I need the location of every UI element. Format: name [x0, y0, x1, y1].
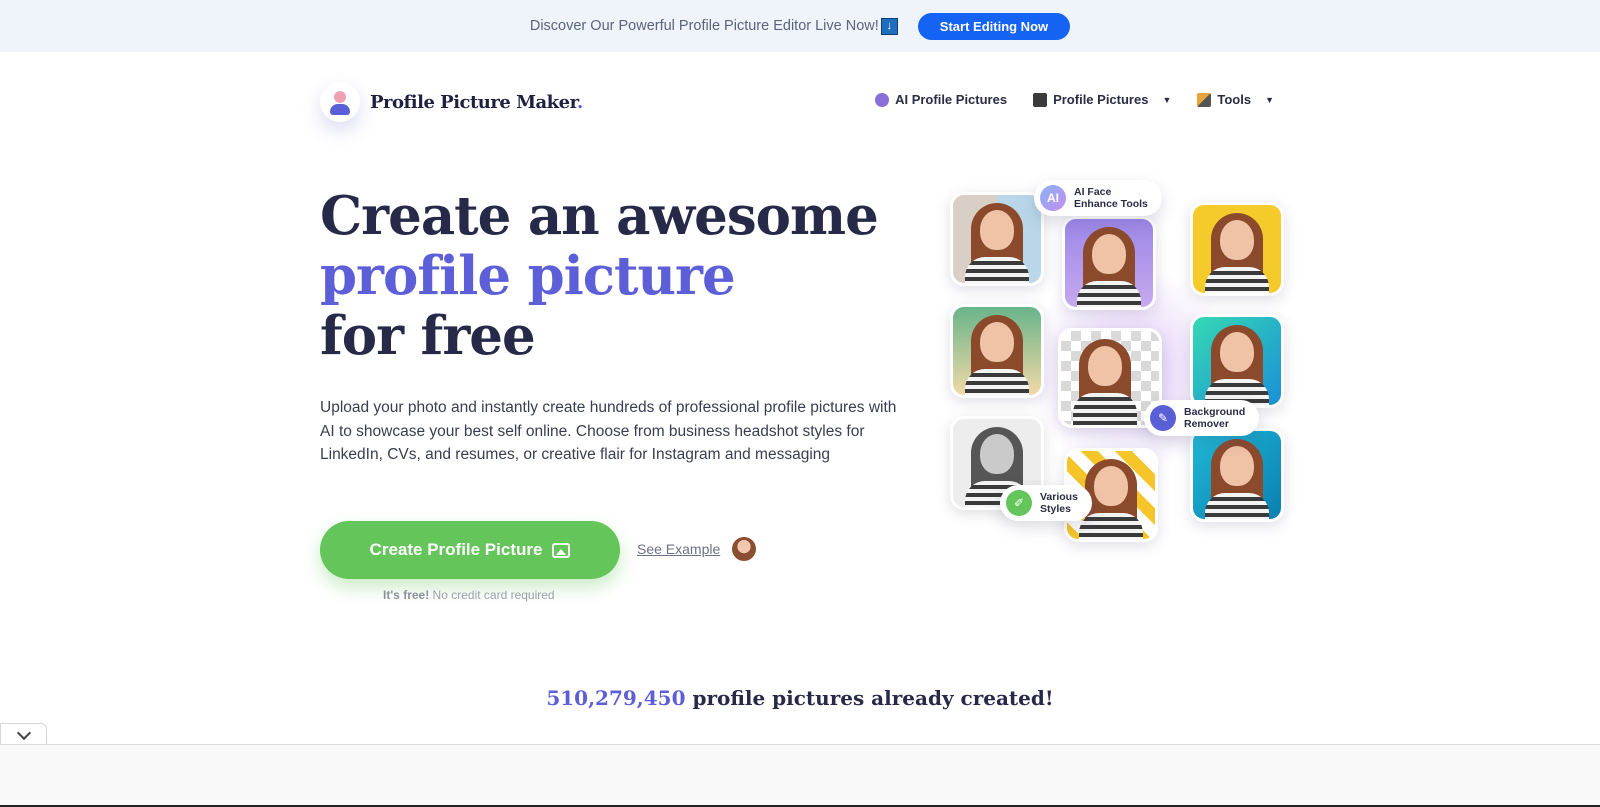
- nav-profile-pictures[interactable]: Profile Pictures ▼: [1033, 92, 1171, 107]
- chevron-down-icon: [16, 725, 31, 740]
- hero-title-line1: Create an awesome: [320, 185, 879, 247]
- create-profile-picture-button[interactable]: Create Profile Picture: [320, 521, 620, 579]
- caret-down-icon: ▼: [1162, 94, 1172, 105]
- announcement-text: Discover Our Powerful Profile Picture Ed…: [529, 18, 879, 34]
- folder-icon: [1033, 92, 1048, 107]
- hero-title-accent: profile picture: [320, 245, 736, 307]
- created-count-banner: 510,279,450 profile pictures already cre…: [0, 686, 1600, 710]
- ai-icon: AI: [1040, 185, 1066, 211]
- image-icon: [552, 542, 571, 558]
- nav-tools[interactable]: Tools ▼: [1197, 92, 1274, 107]
- free-note: It's free! No credit card required: [383, 588, 555, 602]
- announcement-text-wrap: Discover Our Powerful Profile Picture Ed…: [529, 17, 898, 35]
- nav-ai-profile-pictures[interactable]: AI Profile Pictures: [875, 92, 1007, 107]
- magic-wand-icon: ✎: [1150, 405, 1176, 431]
- caret-down-icon: ▼: [1265, 94, 1274, 105]
- announcement-bar: Discover Our Powerful Profile Picture Ed…: [0, 0, 1600, 52]
- tools-icon: [1197, 92, 1212, 107]
- hero-description: Upload your photo and instantly create h…: [320, 399, 897, 463]
- sample-photo-cyan: [1190, 428, 1284, 522]
- example-avatar[interactable]: [732, 537, 756, 561]
- cta-label: Create Profile Picture: [369, 540, 543, 559]
- avatar-logo-icon: [320, 82, 360, 122]
- sample-photo-beach: [950, 304, 1044, 398]
- ai-face-enhance-badge: AI AI Face Enhance Tools: [1034, 180, 1162, 216]
- paintbrush-icon: ✐: [1006, 490, 1032, 516]
- brand-name: Profile Picture Maker.: [370, 91, 583, 113]
- bottom-panel: [0, 744, 1600, 806]
- background-remover-badge: ✎ Background Remover: [1144, 400, 1260, 436]
- panel-toggle-button[interactable]: [0, 723, 47, 745]
- download-arrow-icon: ↓: [880, 17, 898, 35]
- hero-title: Create an awesome profile picture for fr…: [320, 185, 879, 367]
- created-count: 510,279,450: [546, 686, 686, 710]
- free-note-rest: No credit card required: [432, 588, 555, 602]
- brain-icon: [875, 92, 890, 107]
- created-count-text: profile pictures already created!: [692, 686, 1054, 710]
- sample-photo-purple: [1062, 216, 1156, 310]
- start-editing-button[interactable]: Start Editing Now: [917, 12, 1071, 40]
- sample-photo-teal: [1190, 314, 1284, 408]
- brand-logo[interactable]: Profile Picture Maker.: [320, 82, 583, 122]
- nav-label: Tools: [1217, 92, 1252, 107]
- see-example-link[interactable]: See Example: [637, 541, 720, 557]
- main-nav: AI Profile Pictures Profile Pictures ▼ T…: [875, 92, 1274, 107]
- profile-collage: AI AI Face Enhance Tools ✎ Background Remo…: [950, 180, 1290, 560]
- nav-label: AI Profile Pictures: [895, 92, 1008, 107]
- various-styles-badge: ✐ Various Styles: [1000, 485, 1092, 521]
- sample-photo-yellow: [1190, 202, 1284, 296]
- hero-title-line3: for free: [320, 305, 536, 367]
- nav-label: Profile Pictures: [1053, 92, 1149, 107]
- sample-photo-compare: [950, 192, 1044, 286]
- free-note-bold: It's free!: [383, 588, 430, 602]
